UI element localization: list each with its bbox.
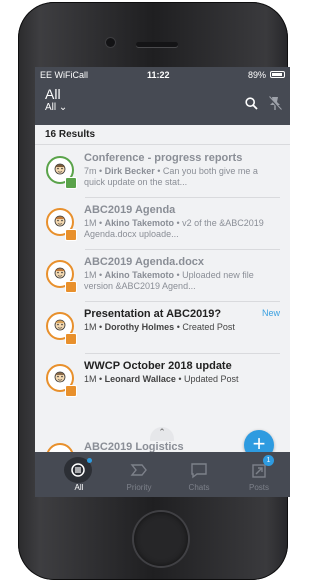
list-item[interactable]: Presentation at ABC2019? New 1M • Doroth… [35,302,290,354]
tab-all[interactable]: All [53,452,105,497]
file-type-badge [65,281,77,293]
scroll-up-chevron-icon[interactable]: ⌃ [150,427,174,441]
item-title: ABC2019 Agenda [84,204,176,216]
item-title: Conference - progress reports [84,152,243,164]
item-time: 1M [84,322,97,332]
item-author: Akino Takemoto [104,218,175,228]
list-item[interactable]: WWCP October 2018 update 1M • Leonard Wa… [35,354,290,406]
status-bar: EE WiFiCall 11:22 89% [35,67,290,83]
post-type-badge [65,333,77,345]
bottom-tab-bar: All Priority Chats 1 Posts [35,452,290,497]
front-camera [106,38,115,47]
item-author: Leonard Wallace [104,374,176,384]
item-preview: 1M • Akino Takemoto • v2 of the &ABC2019… [84,218,264,239]
clock: 11:22 [147,70,170,80]
results-count: 16 Results [35,125,290,145]
page-title: All [45,86,61,102]
tab-posts[interactable]: 1 Posts [233,452,285,497]
all-feed-icon [71,463,85,477]
item-preview: 1M • Akino Takemoto • Uploaded new file … [84,270,254,291]
tab-label: Chats [188,483,210,492]
battery-percent: 89% [247,70,266,80]
chat-type-badge [65,177,77,189]
tab-label: Posts [248,483,269,492]
tab-label: All [74,483,84,492]
item-title: Presentation at ABC2019? [84,308,222,320]
item-time: 1M [84,218,97,228]
tab-chats[interactable]: Chats [173,452,225,497]
tab-label: Priority [126,483,152,492]
search-icon[interactable] [245,97,258,110]
notification-badge: 1 [263,455,274,466]
item-author: Dorothy Holmes [104,322,175,332]
pin-off-icon[interactable] [268,96,282,111]
item-preview: 7m • Dirk Becker • Can you both give me … [84,166,258,187]
earpiece-speaker [136,42,178,47]
item-title: WWCP October 2018 update [84,360,232,372]
item-author: Akino Takemoto [104,270,175,280]
item-title: ABC2019 Logistics [84,441,184,452]
item-title: ABC2019 Agenda.docx [84,256,205,268]
new-badge: New [261,308,280,318]
list-item[interactable]: ABC2019 Agenda 1M • Akino Takemoto • v2 … [35,198,290,250]
item-preview: 1M • Leonard Wallace • Updated Post [84,374,239,384]
list-item[interactable]: Conference - progress reports 7m • Dirk … [35,146,290,198]
priority-icon [130,464,147,476]
battery-icon [270,71,285,78]
home-button[interactable] [134,512,188,566]
item-text: Updated Post [184,374,239,384]
item-text: Created Post [182,322,235,332]
unread-dot [87,458,92,463]
item-time: 1M [84,270,97,280]
post-type-badge [65,385,77,397]
avatar [46,443,74,452]
item-preview: 1M • Dorothy Holmes • Created Post [84,322,235,332]
post-type-badge [65,229,77,241]
filter-dropdown[interactable]: All ⌄ [45,102,67,113]
item-time: 7m [84,166,97,176]
chat-bubble-icon [191,463,207,479]
list-item[interactable]: ABC2019 Agenda.docx 1M • Akino Takemoto … [35,250,290,302]
app-screen: EE WiFiCall 11:22 89% All All ⌄ 16 Resul… [35,67,290,497]
app-header: EE WiFiCall 11:22 89% All All ⌄ [35,67,290,125]
tab-priority[interactable]: Priority [113,452,165,497]
item-author: Dirk Becker [104,166,155,176]
carrier-label: EE WiFiCall [40,70,89,80]
item-time: 1M [84,374,97,384]
